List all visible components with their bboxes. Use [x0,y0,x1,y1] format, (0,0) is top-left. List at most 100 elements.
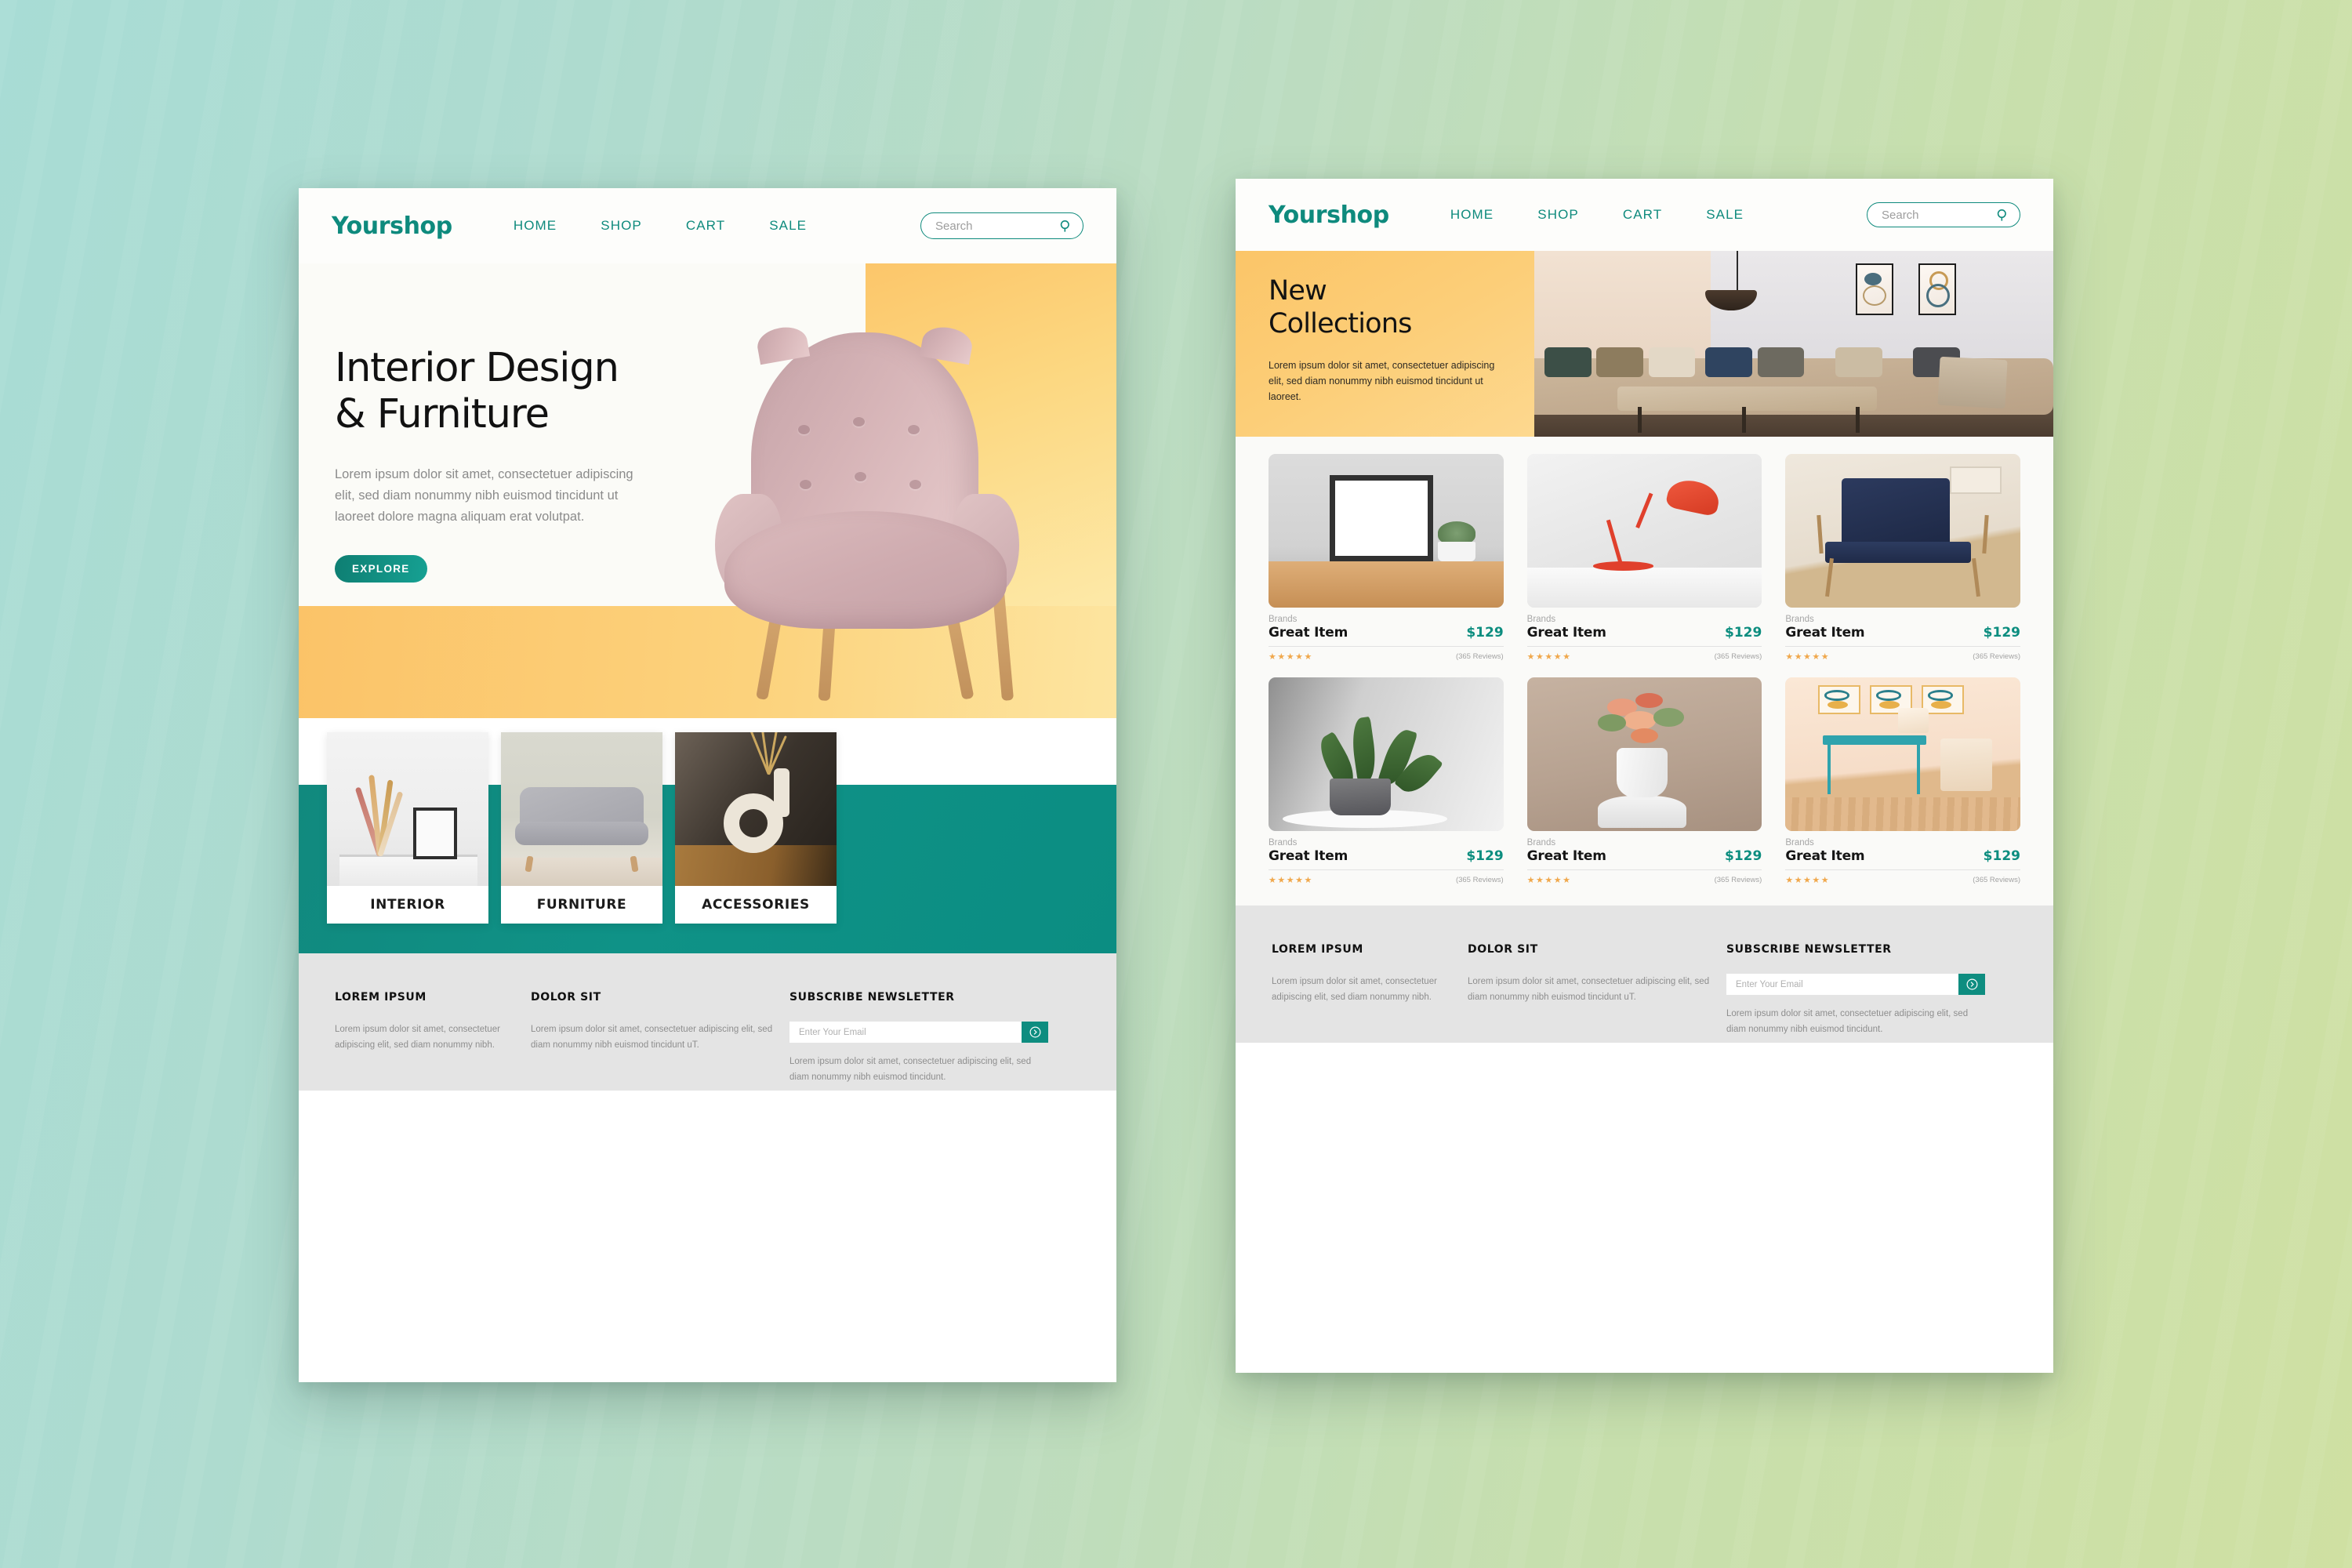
newsletter-email-input[interactable] [789,1022,1022,1043]
category-label: INTERIOR [370,897,445,913]
hero-copy-right: New Collections Lorem ipsum dolor sit am… [1236,251,1534,437]
logo[interactable]: Yourshop [1269,201,1389,229]
rating-stars: ★★★★★ [1526,652,1572,662]
review-count: (365 Reviews) [1714,652,1762,661]
hero-paragraph-right: Lorem ipsum dolor sit amet, consectetuer… [1269,360,1495,402]
footer-column-lorem-ipsum: LOREM IPSUM Lorem ipsum dolor sit amet, … [335,991,531,1085]
footer-heading: LOREM IPSUM [335,991,426,1004]
category-section: INTERIOR FURNITURE ACCESSORIES [299,718,1116,953]
product-brand: Brands [1785,838,1814,848]
landing-page-home: Yourshop HOME SHOP CART SALE Search Inte… [299,188,1116,1382]
search-input[interactable]: Search [920,212,1083,239]
landing-page-collections: Yourshop HOME SHOP CART SALE Search New … [1236,179,2053,1373]
hero-title-line1: New [1269,275,1327,307]
hero-copy-left: Interior Design & Furniture Lorem ipsum … [335,345,680,583]
product-card[interactable]: Brands Great Item $129 ★★★★★ (365 Review… [1526,454,1762,662]
footer-right: LOREM IPSUM Lorem ipsum dolor sit amet, … [1236,906,2053,1043]
hero-living-room-image [1534,251,2053,437]
hero-paragraph-left: Lorem ipsum dolor sit amet, consectetuer… [335,467,633,524]
product-card[interactable]: Brands Great Item $129 ★★★★★ (365 Review… [1269,677,1504,885]
product-image-mirror [1269,454,1504,608]
rating-stars: ★★★★★ [1785,652,1831,662]
newsletter-submit-button[interactable] [1958,974,1985,995]
search-placeholder: Search [1882,208,1919,222]
category-card-accessories[interactable]: ACCESSORIES [675,732,837,924]
nav-item-home[interactable]: HOME [1450,207,1494,223]
search-icon [1997,209,2006,221]
category-image-accessories [675,732,837,886]
review-count: (365 Reviews) [1973,652,2020,661]
product-name: Great Item [1785,848,1865,864]
product-card[interactable]: Brands Great Item $129 ★★★★★ (365 Review… [1785,677,2020,885]
category-card-furniture[interactable]: FURNITURE [501,732,662,924]
nav-item-shop[interactable]: SHOP [601,218,642,234]
footer-column-newsletter: SUBSCRIBE NEWSLETTER Lorem ipsum dolor s… [1726,943,1985,1037]
footer-column-dolor-sit: DOLOR SIT Lorem ipsum dolor sit amet, co… [1468,943,1726,1037]
category-image-furniture [501,732,662,886]
product-brand: Brands [1269,838,1298,848]
page-title-left: Interior Design & Furniture [335,345,680,437]
product-name: Great Item [1269,625,1348,641]
nav-item-sale[interactable]: SALE [769,218,807,234]
newsletter-email-input[interactable] [1726,974,1958,995]
product-card[interactable]: Brands Great Item $129 ★★★★★ (365 Review… [1269,454,1504,662]
product-price: $129 [1466,848,1504,864]
product-price: $129 [1725,625,1762,641]
nav-item-cart[interactable]: CART [686,218,725,234]
arrow-right-circle-icon [1966,978,1977,990]
search-placeholder: Search [935,219,973,233]
hero-chair-image [710,332,1024,702]
category-label: FURNITURE [536,897,627,913]
product-grid: Brands Great Item $129 ★★★★★ (365 Review… [1236,437,2053,906]
newsletter-heading: SUBSCRIBE NEWSLETTER [789,991,955,1004]
hero-title-line2: & Furniture [335,391,550,438]
logo[interactable]: Yourshop [332,212,452,240]
nav-item-sale[interactable]: SALE [1706,207,1744,223]
review-count: (365 Reviews) [1455,876,1504,884]
footer-heading: DOLOR SIT [531,991,601,1004]
page-title-right: New Collections [1269,274,1508,340]
newsletter-heading: SUBSCRIBE NEWSLETTER [1726,943,1892,956]
nav-links: HOME SHOP CART SALE [514,218,807,234]
nav-item-cart[interactable]: CART [1623,207,1662,223]
category-card-interior[interactable]: INTERIOR [327,732,488,924]
product-card[interactable]: Brands Great Item $129 ★★★★★ (365 Review… [1785,454,2020,662]
navbar-right: Yourshop HOME SHOP CART SALE Search [1236,179,2053,251]
nav-item-shop[interactable]: SHOP [1537,207,1579,223]
footer-text: Lorem ipsum dolor sit amet, consectetuer… [1272,977,1437,1003]
category-label: ACCESSORIES [702,897,810,913]
product-price: $129 [1983,848,2020,864]
product-brand: Brands [1526,838,1556,848]
arrow-right-circle-icon [1029,1026,1040,1038]
product-image-armchair [1785,454,2020,608]
hero-section-left: Interior Design & Furniture Lorem ipsum … [299,263,1116,718]
review-count: (365 Reviews) [1455,652,1504,661]
product-name: Great Item [1526,625,1606,641]
search-icon [1060,220,1069,232]
product-card[interactable]: Brands Great Item $129 ★★★★★ (365 Review… [1526,677,1762,885]
newsletter-submit-button[interactable] [1022,1022,1048,1043]
newsletter-text: Lorem ipsum dolor sit amet, consectetuer… [1726,1009,1969,1035]
product-image-flower-vase [1526,677,1762,831]
product-brand: Brands [1526,615,1556,624]
footer-text: Lorem ipsum dolor sit amet, consectetuer… [335,1025,500,1051]
category-image-interior [327,732,488,886]
product-price: $129 [1466,625,1504,641]
hero-title-line1: Interior Design [335,345,619,391]
product-name: Great Item [1785,625,1865,641]
explore-button[interactable]: EXPLORE [335,555,427,583]
footer-left: LOREM IPSUM Lorem ipsum dolor sit amet, … [299,953,1116,1091]
rating-stars: ★★★★★ [1785,876,1831,885]
product-name: Great Item [1269,848,1348,864]
footer-text: Lorem ipsum dolor sit amet, consectetuer… [531,1025,773,1051]
category-card-row: INTERIOR FURNITURE ACCESSORIES [327,732,837,924]
product-image-desk-lamp [1526,454,1762,608]
footer-heading: DOLOR SIT [1468,943,1538,956]
search-input[interactable]: Search [1867,202,2020,227]
product-image-potted-plant [1269,677,1504,831]
nav-item-home[interactable]: HOME [514,218,557,234]
footer-column-dolor-sit: DOLOR SIT Lorem ipsum dolor sit amet, co… [531,991,789,1085]
product-price: $129 [1725,848,1762,864]
hero-section-right: New Collections Lorem ipsum dolor sit am… [1236,251,2053,437]
review-count: (365 Reviews) [1714,876,1762,884]
